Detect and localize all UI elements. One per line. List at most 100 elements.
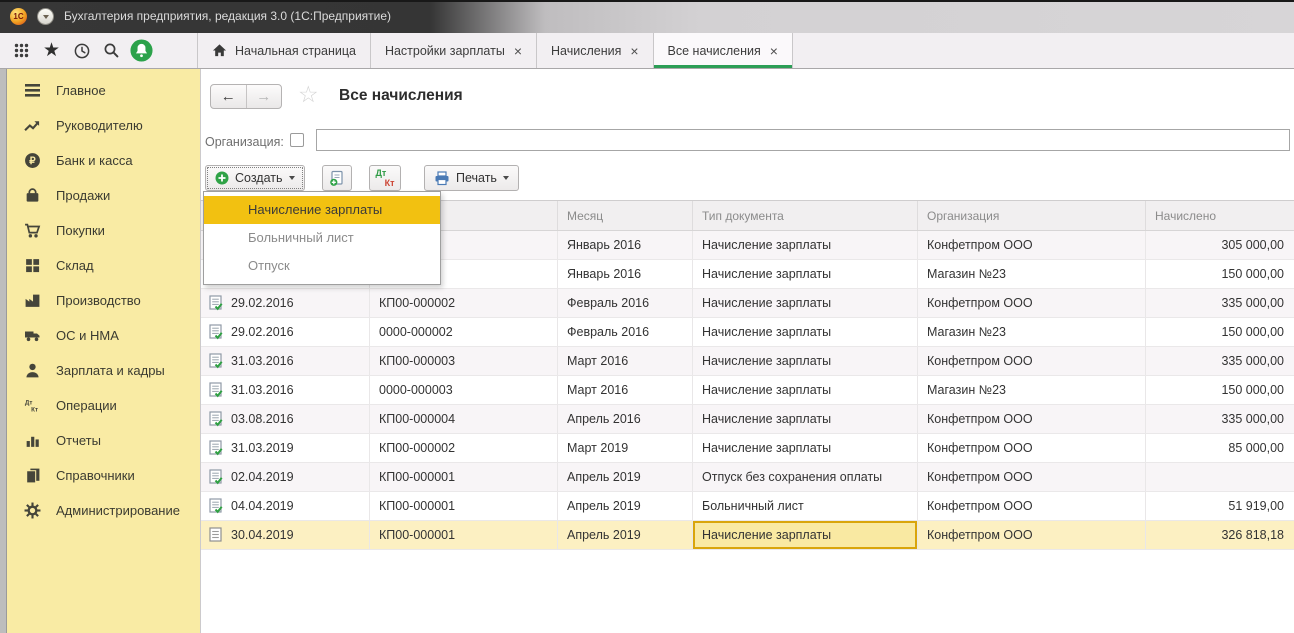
table-row[interactable]: 02.04.2019КП00-000001Апрель 2019Отпуск б… — [201, 463, 1294, 492]
sidebar-item-manager[interactable]: Руководителю — [7, 108, 200, 143]
cell-doc-type: Отпуск без сохранения оплаты — [693, 463, 918, 491]
sidebar-item-operations[interactable]: ДтКтОперации — [7, 388, 200, 423]
factory-icon — [24, 292, 41, 309]
back-button[interactable]: ← — [211, 85, 247, 108]
column-header[interactable]: Месяц — [558, 201, 693, 230]
print-button[interactable]: Печать — [424, 165, 519, 191]
print-button-label: Печать — [456, 171, 497, 185]
dropdown-item[interactable]: Отпуск — [204, 252, 440, 280]
cell-doc-type: Начисление зарплаты — [693, 434, 918, 462]
table-row[interactable]: 04.04.2019КП00-000001Апрель 2019Больничн… — [201, 492, 1294, 521]
menu-icon — [24, 82, 41, 99]
cell-amount: 335 000,00 — [1146, 289, 1294, 317]
tab-item[interactable]: Начальная страница — [198, 33, 371, 68]
tab-close-icon[interactable]: × — [770, 44, 778, 58]
document-posted-icon — [209, 353, 223, 369]
column-header[interactable]: Тип документа — [693, 201, 918, 230]
selected-cell[interactable]: Начисление зарплаты — [693, 521, 918, 549]
tab-close-icon[interactable]: × — [630, 44, 638, 58]
table-row[interactable]: 31.03.20160000-000003Март 2016Начисление… — [201, 376, 1294, 405]
table-row[interactable]: 31.03.2019КП00-000002Март 2019Начисление… — [201, 434, 1294, 463]
cell-amount: 150 000,00 — [1146, 260, 1294, 288]
cell-amount: 51 919,00 — [1146, 492, 1294, 520]
sidebar-item-os-nma[interactable]: ОС и НМА — [7, 318, 200, 353]
organization-filter-input[interactable] — [316, 129, 1290, 151]
1c-logo-icon: 1С — [10, 8, 27, 25]
tab-item[interactable]: Начисления× — [537, 33, 654, 68]
cell-month: Март 2016 — [558, 376, 693, 404]
cell-organization: Конфетпром ООО — [918, 231, 1146, 259]
truck-icon — [24, 327, 41, 344]
table-row[interactable]: 29.02.2016КП00-000002Февраль 2016Начисле… — [201, 289, 1294, 318]
cell-doc-type: Начисление зарплаты — [693, 289, 918, 317]
forward-button[interactable]: → — [247, 85, 282, 108]
sidebar-item-main[interactable]: Главное — [7, 73, 200, 108]
cell-organization: Магазин №23 — [918, 260, 1146, 288]
tab-close-icon[interactable]: × — [514, 44, 522, 58]
cell-date: 31.03.2019 — [201, 434, 370, 462]
sidebar-item-purchases[interactable]: Покупки — [7, 213, 200, 248]
cell-organization: Магазин №23 — [918, 376, 1146, 404]
cell-date: 29.02.2016 — [201, 289, 370, 317]
column-header[interactable]: Организация — [918, 201, 1146, 230]
sidebar-item-administration[interactable]: Администрирование — [7, 493, 200, 528]
table-row[interactable]: 03.08.2016КП00-000004Апрель 2016Начислен… — [201, 405, 1294, 434]
organization-filter-checkbox[interactable] — [290, 133, 304, 147]
favorites-star-icon[interactable]: ★ — [40, 38, 63, 63]
warehouse-grid-icon — [24, 257, 41, 274]
cell-month: Март 2019 — [558, 434, 693, 462]
show-postings-button[interactable]: Дт Кт — [369, 165, 401, 191]
create-by-copy-button[interactable] — [322, 165, 352, 191]
cell-amount: 335 000,00 — [1146, 347, 1294, 375]
tab-item[interactable]: Настройки зарплаты× — [371, 33, 537, 68]
person-icon — [24, 362, 41, 379]
window-title: Бухгалтерия предприятия, редакция 3.0 (1… — [64, 2, 391, 33]
sidebar: Главное Руководителю₽Банк и кассаПродажи П… — [7, 69, 200, 633]
table-row[interactable]: 31.03.2016КП00-000003Март 2016Начисление… — [201, 347, 1294, 376]
trend-up-icon — [24, 117, 41, 134]
create-button[interactable]: Создать — [205, 165, 305, 191]
cell-organization: Конфетпром ООО — [918, 434, 1146, 462]
document-icon — [209, 527, 223, 543]
cell-organization: Конфетпром ООО — [918, 347, 1146, 375]
document-posted-icon — [209, 411, 223, 427]
sidebar-item-sales[interactable]: Продажи — [7, 178, 200, 213]
cell-number: КП00-000001 — [370, 521, 558, 549]
cell-number: КП00-000003 — [370, 347, 558, 375]
printer-icon — [434, 171, 450, 186]
sidebar-item-directories[interactable]: Справочники — [7, 458, 200, 493]
dropdown-item[interactable]: Начисление зарплаты — [204, 196, 440, 224]
sidebar-item-label: Справочники — [56, 468, 135, 483]
tab-label: Начальная страница — [235, 44, 356, 58]
window-menu-button[interactable] — [37, 8, 54, 25]
tab-active[interactable]: Все начисления× — [654, 33, 793, 68]
sidebar-item-label: Главное — [56, 83, 106, 98]
sidebar-item-production[interactable]: Производство — [7, 283, 200, 318]
notifications-icon[interactable] — [130, 38, 153, 63]
dtkt-icon: ДтКт — [24, 397, 41, 414]
cell-date: 31.03.2016 — [201, 347, 370, 375]
cell-date: 04.04.2019 — [201, 492, 370, 520]
cell-amount: 305 000,00 — [1146, 231, 1294, 259]
sidebar-item-label: Покупки — [56, 223, 105, 238]
dropdown-item[interactable]: Больничный лист — [204, 224, 440, 252]
table-row[interactable]: 30.04.2019КП00-000001Апрель 2019Начислен… — [201, 521, 1294, 550]
cell-date: 31.03.2016 — [201, 376, 370, 404]
tab-strip: Начальная страница Настройки зарплаты×Нач… — [197, 33, 793, 68]
table-row[interactable]: 29.02.20160000-000002Февраль 2016Начисле… — [201, 318, 1294, 347]
document-posted-icon — [209, 382, 223, 398]
document-posted-icon — [209, 440, 223, 456]
cell-amount: 335 000,00 — [1146, 405, 1294, 433]
apps-grid-icon[interactable] — [10, 38, 33, 63]
sidebar-item-warehouse[interactable]: Склад — [7, 248, 200, 283]
sidebar-item-reports[interactable]: Отчеты — [7, 423, 200, 458]
briefcase-icon — [24, 187, 41, 204]
add-to-favorites-star-icon[interactable]: ☆ — [298, 81, 319, 108]
cell-month: Январь 2016 — [558, 231, 693, 259]
search-icon[interactable] — [100, 38, 123, 63]
column-header[interactable]: Начислено — [1146, 201, 1294, 230]
history-icon[interactable] — [70, 38, 93, 63]
gear-icon — [24, 502, 41, 519]
sidebar-item-salary-hr[interactable]: Зарплата и кадры — [7, 353, 200, 388]
sidebar-item-bank-cash[interactable]: ₽Банк и касса — [7, 143, 200, 178]
